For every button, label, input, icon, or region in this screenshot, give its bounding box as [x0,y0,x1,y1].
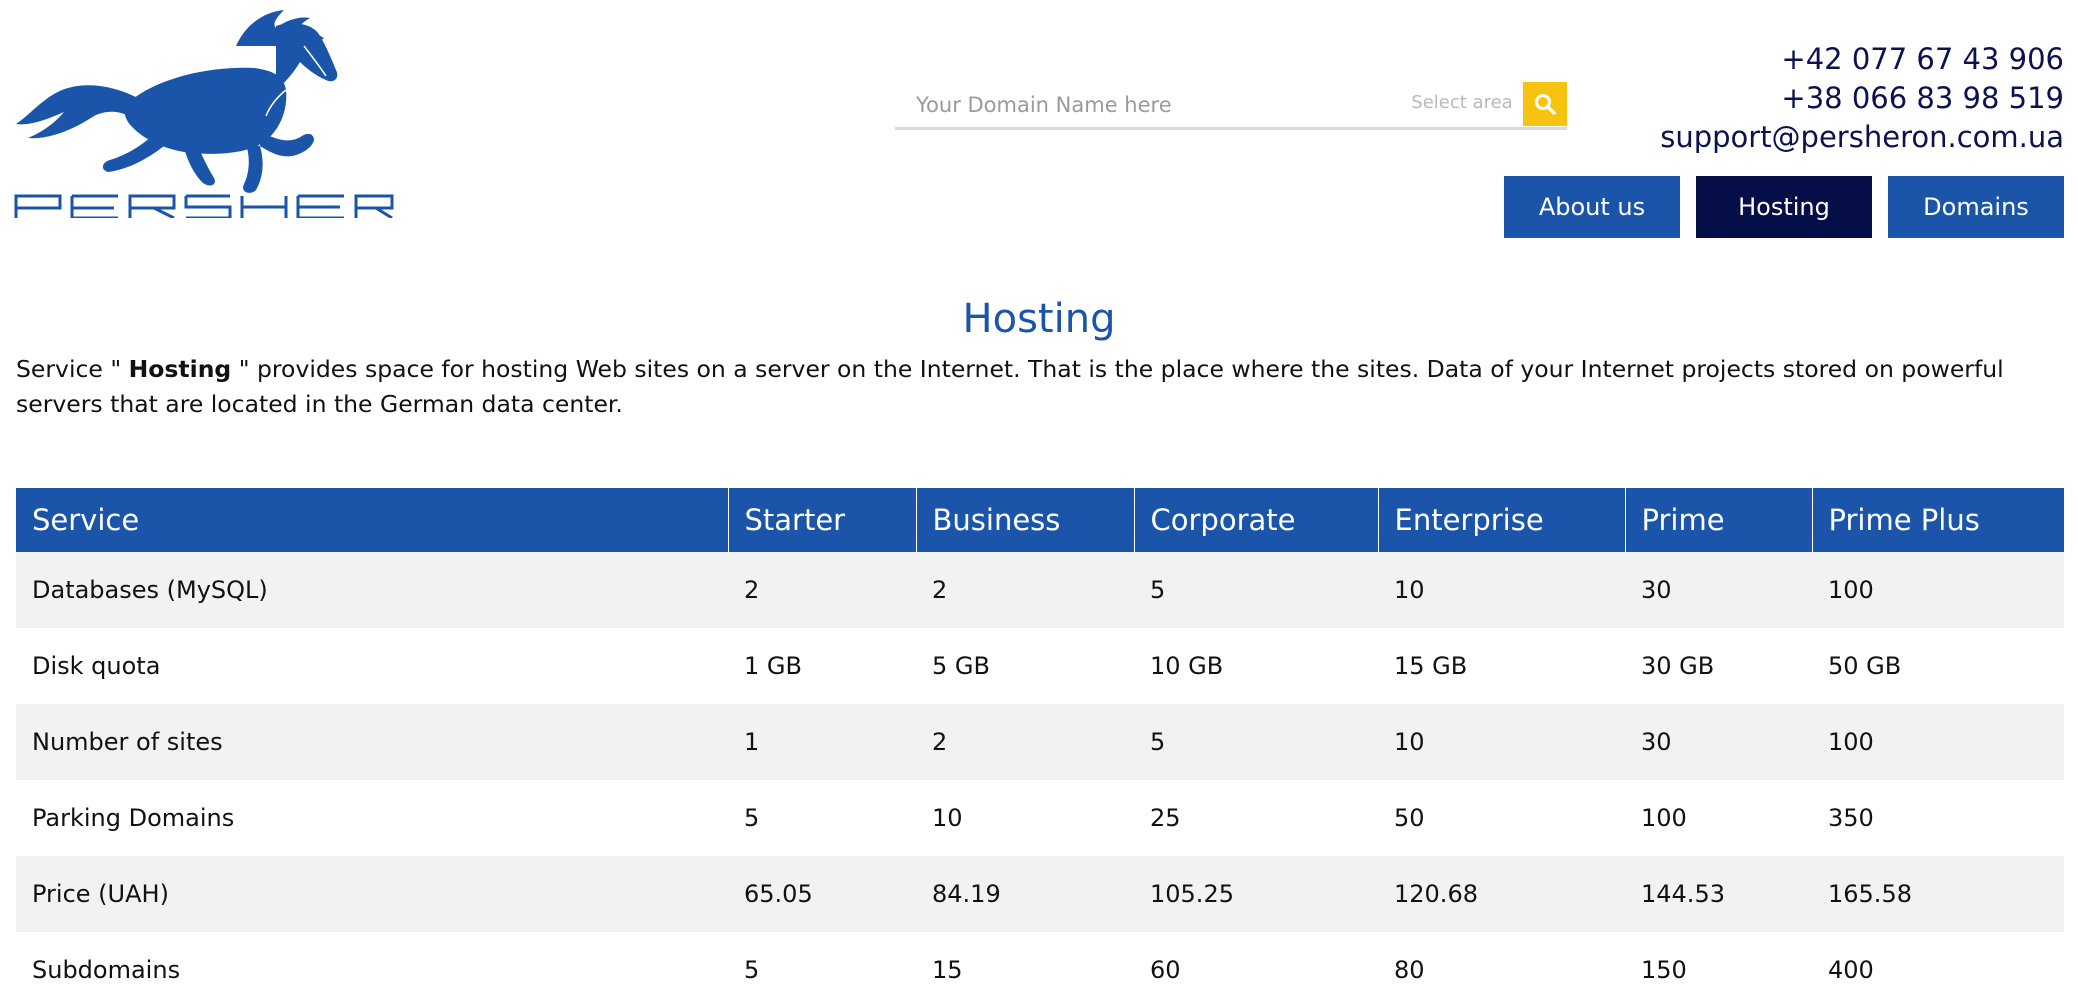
table-cell: 2 [916,552,1134,628]
table-header-row: Service Starter Business Corporate Enter… [16,488,2064,552]
table-cell: Disk quota [16,628,728,704]
intro-text-before: Service " [16,355,129,383]
table-cell: 2 [728,552,916,628]
table-cell: 5 [728,932,916,1001]
table-cell: 1 GB [728,628,916,704]
table-cell: 15 GB [1378,628,1625,704]
header-starter: Starter [728,488,917,552]
table-cell: 5 [1134,552,1378,628]
table-cell: 105.25 [1134,856,1378,932]
table-cell: 144.53 [1625,856,1812,932]
table-cell: Number of sites [16,704,728,780]
table-cell: 2 [916,704,1134,780]
header-business: Business [916,488,1135,552]
table-cell: Databases (MySQL) [16,552,728,628]
intro-paragraph: Service " Hosting " provides space for h… [16,352,2066,422]
table-cell: 350 [1812,780,2064,856]
header-corporate: Corporate [1134,488,1379,552]
phone-number-2[interactable]: +38 066 83 98 519 [1660,79,2064,118]
intro-text-after: " provides space for hosting Web sites o… [16,355,2004,418]
nav-hosting[interactable]: Hosting [1696,176,1872,238]
brand-logo[interactable] [14,6,394,218]
table-cell: 1 [728,704,916,780]
table-cell: 10 GB [1134,628,1378,704]
phone-number-1[interactable]: +42 077 67 43 906 [1660,40,2064,79]
table-row: Parking Domains 5 10 25 50 100 350 [16,780,2064,856]
table-cell: Subdomains [16,932,728,1001]
table-cell: 100 [1625,780,1812,856]
table-cell: 30 GB [1625,628,1812,704]
table-cell: 30 [1625,552,1812,628]
table-cell: 84.19 [916,856,1134,932]
table-row: Number of sites 1 2 5 10 30 100 [16,704,2064,780]
table-row: Subdomains 5 15 60 80 150 400 [16,932,2064,1001]
table-cell: 25 [1134,780,1378,856]
header-enterprise: Enterprise [1378,488,1626,552]
table-cell: 50 [1378,780,1625,856]
table-cell: 5 [1134,704,1378,780]
table-cell: 80 [1378,932,1625,1001]
contact-info: +42 077 67 43 906 +38 066 83 98 519 supp… [1660,40,2064,157]
search-icon [1535,94,1556,115]
main-nav: About us Hosting Domains [1504,176,2064,238]
domain-search-form: Select area [895,80,1567,130]
select-area-dropdown[interactable]: Select area [1407,80,1517,130]
table-cell: 50 GB [1812,628,2064,704]
table-cell: 165.58 [1812,856,2064,932]
table-cell: 150 [1625,932,1812,1001]
table-row: Disk quota 1 GB 5 GB 10 GB 15 GB 30 GB 5… [16,628,2064,704]
table-cell: 60 [1134,932,1378,1001]
table-cell: 120.68 [1378,856,1625,932]
table-cell: 5 [728,780,916,856]
table-cell: 10 [916,780,1134,856]
table-cell: 100 [1812,704,2064,780]
header-service: Service [16,488,729,552]
table-cell: Parking Domains [16,780,728,856]
table-cell: 400 [1812,932,2064,1001]
intro-text-bold: Hosting [128,355,232,383]
domain-search-input[interactable] [895,80,1395,130]
table-cell: 15 [916,932,1134,1001]
table-cell: 65.05 [728,856,916,932]
table-cell: 10 [1378,704,1625,780]
header-prime-plus: Prime Plus [1812,488,2064,552]
table-cell: 100 [1812,552,2064,628]
table-row: Price (UAH) 65.05 84.19 105.25 120.68 14… [16,856,2064,932]
table-cell: 30 [1625,704,1812,780]
hosting-plans-table: Service Starter Business Corporate Enter… [16,488,2064,1001]
search-button[interactable] [1523,82,1567,126]
table-cell: 10 [1378,552,1625,628]
support-email[interactable]: support@persheron.com.ua [1660,118,2064,157]
header-prime: Prime [1625,488,1813,552]
table-cell: Price (UAH) [16,856,728,932]
nav-about-us[interactable]: About us [1504,176,1680,238]
table-cell: 5 GB [916,628,1134,704]
horse-logo-icon [14,10,394,218]
nav-domains[interactable]: Domains [1888,176,2064,238]
table-row: Databases (MySQL) 2 2 5 10 30 100 [16,552,2064,628]
page-title: Hosting [962,296,1116,342]
